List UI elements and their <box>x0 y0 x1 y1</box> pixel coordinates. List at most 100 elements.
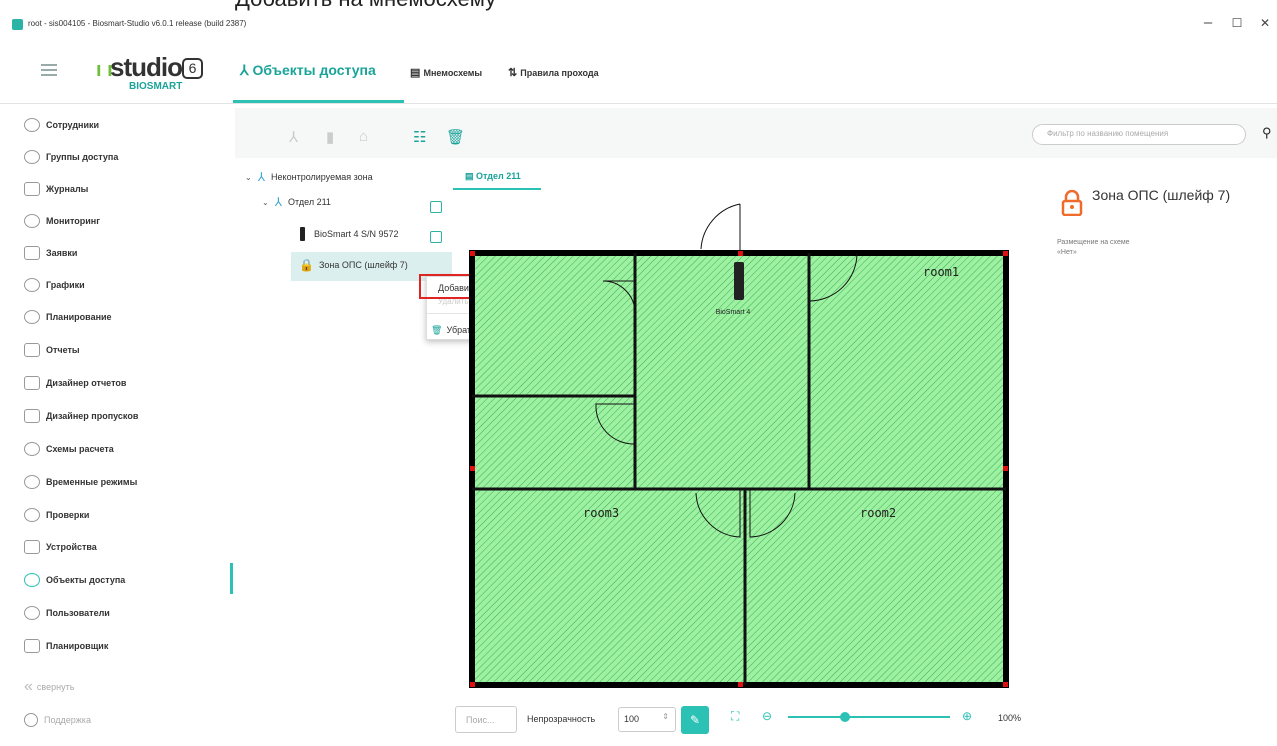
tab-label: Отдел 211 <box>476 171 521 181</box>
zoom-in-icon[interactable]: ⊕ <box>962 709 972 723</box>
delete-icon[interactable]: 🗑 <box>446 128 465 146</box>
close-button[interactable]: ✕ <box>1251 16 1277 30</box>
maximize-button[interactable]: ☐ <box>1223 16 1251 30</box>
lock-icon: 🔒 <box>299 258 314 272</box>
plan-search-input[interactable]: Поис... <box>455 706 517 733</box>
tree-node-zone[interactable]: 🔒 Зона ОПС (шлейф 7) <box>299 258 408 272</box>
sidebar-item-label: Планирование <box>46 312 112 322</box>
floor-plan[interactable]: BioSmart 4 room1 room2 room3 <box>453 192 1041 695</box>
tree-node-label: Неконтролируемая зона <box>271 172 373 182</box>
nav-label: Мнемосхемы <box>423 68 483 78</box>
sidebar-item-planning[interactable]: Планирование <box>24 305 112 329</box>
window-titlebar: root - sis004105 - Biosmart-Studio v6.0.… <box>0 0 1277 40</box>
sidebar-item-time-modes[interactable]: Временные режимы <box>24 470 137 494</box>
room-area <box>472 253 1006 685</box>
scheduler-icon <box>24 639 40 653</box>
pencil-icon: ✎ <box>689 713 701 727</box>
sidebar-item-employees[interactable]: Сотрудники <box>24 113 99 137</box>
tree-node-dept[interactable]: ⌄ ⅄ Отдел 211 <box>262 195 331 209</box>
sidebar: Сотрудники Группы доступа Журналы Монито… <box>0 105 232 746</box>
calc-scheme-icon <box>24 442 40 456</box>
opacity-value: 100 <box>624 714 640 724</box>
reader-device-icon[interactable] <box>734 262 744 300</box>
add-to-scheme-icon[interactable] <box>430 201 442 213</box>
pass-designer-icon <box>24 409 40 423</box>
time-modes-icon <box>24 475 40 489</box>
logo-subtitle: BIOSMART <box>129 81 183 92</box>
mnemoscheme-icon: ▤ <box>410 67 421 79</box>
filter-input[interactable]: Фильтр по названию помещения <box>1032 124 1246 145</box>
logo-version: 6 <box>182 58 203 79</box>
trash-icon: 🗑 <box>431 325 443 335</box>
tree-node-device[interactable]: BioSmart 4 S/N 9572 <box>300 227 399 241</box>
add-device-icon[interactable]: ▮ <box>326 128 334 146</box>
sidebar-item-label: Графики <box>46 280 85 290</box>
collapse-button[interactable]: «свернуть <box>24 675 74 699</box>
sidebar-item-label: Заявки <box>46 248 78 258</box>
sidebar-item-checks[interactable]: Проверки <box>24 503 89 527</box>
access-objects-icon <box>24 573 40 587</box>
sidebar-item-label: Проверки <box>46 510 90 520</box>
nav-access-objects[interactable]: ⅄ Объекты доступа <box>240 62 376 79</box>
sidebar-item-access-objects[interactable]: Объекты доступа <box>24 568 125 592</box>
tab-dept[interactable]: ▤ Отдел 211 <box>453 160 541 190</box>
room-label: room1 <box>923 265 959 279</box>
journal-icon <box>24 182 40 196</box>
window-title: root - sis004105 - Biosmart-Studio v6.0.… <box>28 19 247 28</box>
sidebar-item-label: Дизайнер пропусков <box>46 411 139 421</box>
search-icon[interactable]: ⚲ <box>1262 125 1272 141</box>
sidebar-item-label: Временные режимы <box>46 477 138 487</box>
sidebar-item-report-designer[interactable]: Дизайнер отчетов <box>24 371 126 395</box>
nav-label: Правила прохода <box>520 68 599 78</box>
devices-icon <box>24 540 40 554</box>
person-icon <box>24 118 40 132</box>
sidebar-item-schedules[interactable]: Графики <box>24 273 85 297</box>
sidebar-item-label: Журналы <box>46 184 89 194</box>
add-node-icon[interactable]: ⅄ <box>289 128 298 146</box>
add-to-scheme-icon[interactable] <box>430 231 442 243</box>
collapse-icon: « <box>24 678 33 695</box>
rules-icon: ⇅ <box>508 67 518 79</box>
sidebar-item-label: Устройства <box>46 542 97 552</box>
nav-mnemoschemes[interactable]: ▤ Мнемосхемы <box>410 66 482 79</box>
support-button[interactable]: Поддержка <box>24 708 91 732</box>
sidebar-item-requests[interactable]: Заявки <box>24 241 77 265</box>
active-nav-underline <box>233 100 404 103</box>
reader-icon <box>300 227 305 241</box>
minimize-button[interactable]: – <box>1194 14 1222 31</box>
active-sidebar-indicator <box>230 563 233 594</box>
access-objects-icon: ⅄ <box>240 62 249 78</box>
opacity-stepper[interactable]: 100 ⇕ <box>618 707 676 732</box>
edit-mode-button[interactable]: ✎ <box>681 706 709 734</box>
sidebar-item-access-groups[interactable]: Группы доступа <box>24 145 118 169</box>
opacity-label: Непрозрачность <box>527 714 596 724</box>
sidebar-item-pass-designer[interactable]: Дизайнер пропусков <box>24 404 138 428</box>
report-designer-icon <box>24 376 40 390</box>
sidebar-item-users[interactable]: Пользователи <box>24 601 110 625</box>
sidebar-item-monitoring[interactable]: Мониторинг <box>24 209 100 233</box>
zoom-slider-handle[interactable] <box>839 712 850 722</box>
sidebar-item-journals[interactable]: Журналы <box>24 177 88 201</box>
reports-icon <box>24 343 40 357</box>
tree-node-label: BioSmart 4 S/N 9572 <box>314 229 399 239</box>
requests-icon <box>24 246 40 260</box>
sidebar-item-label: Пользователи <box>46 608 110 618</box>
zoom-percentage: 100% <box>998 713 1022 723</box>
app-icon <box>12 19 23 30</box>
zoom-slider[interactable] <box>788 716 950 718</box>
edit-list-icon[interactable]: ☷ <box>413 128 426 146</box>
sidebar-item-reports[interactable]: Отчеты <box>24 338 80 362</box>
sidebar-item-calc-schemes[interactable]: Схемы расчета <box>24 437 114 461</box>
lock-icon <box>1061 189 1083 221</box>
sidebar-item-devices[interactable]: Устройства <box>24 535 97 559</box>
zoom-out-icon[interactable]: ⊖ <box>762 709 772 723</box>
tree-node-root[interactable]: ⌄ ⅄ Неконтролируемая зона <box>245 170 373 184</box>
fit-screen-icon[interactable]: ⛶ <box>731 709 739 724</box>
sidebar-item-label: Дизайнер отчетов <box>46 378 127 388</box>
nav-rules[interactable]: ⇅ Правила прохода <box>508 66 599 79</box>
add-zone-icon[interactable]: ⌂ <box>359 128 368 145</box>
sidebar-item-scheduler[interactable]: Планировщик <box>24 634 108 658</box>
chevron-down-icon: ⌄ <box>245 172 252 182</box>
menu-icon[interactable] <box>41 64 57 76</box>
device-label: BioSmart 4 <box>716 309 751 316</box>
